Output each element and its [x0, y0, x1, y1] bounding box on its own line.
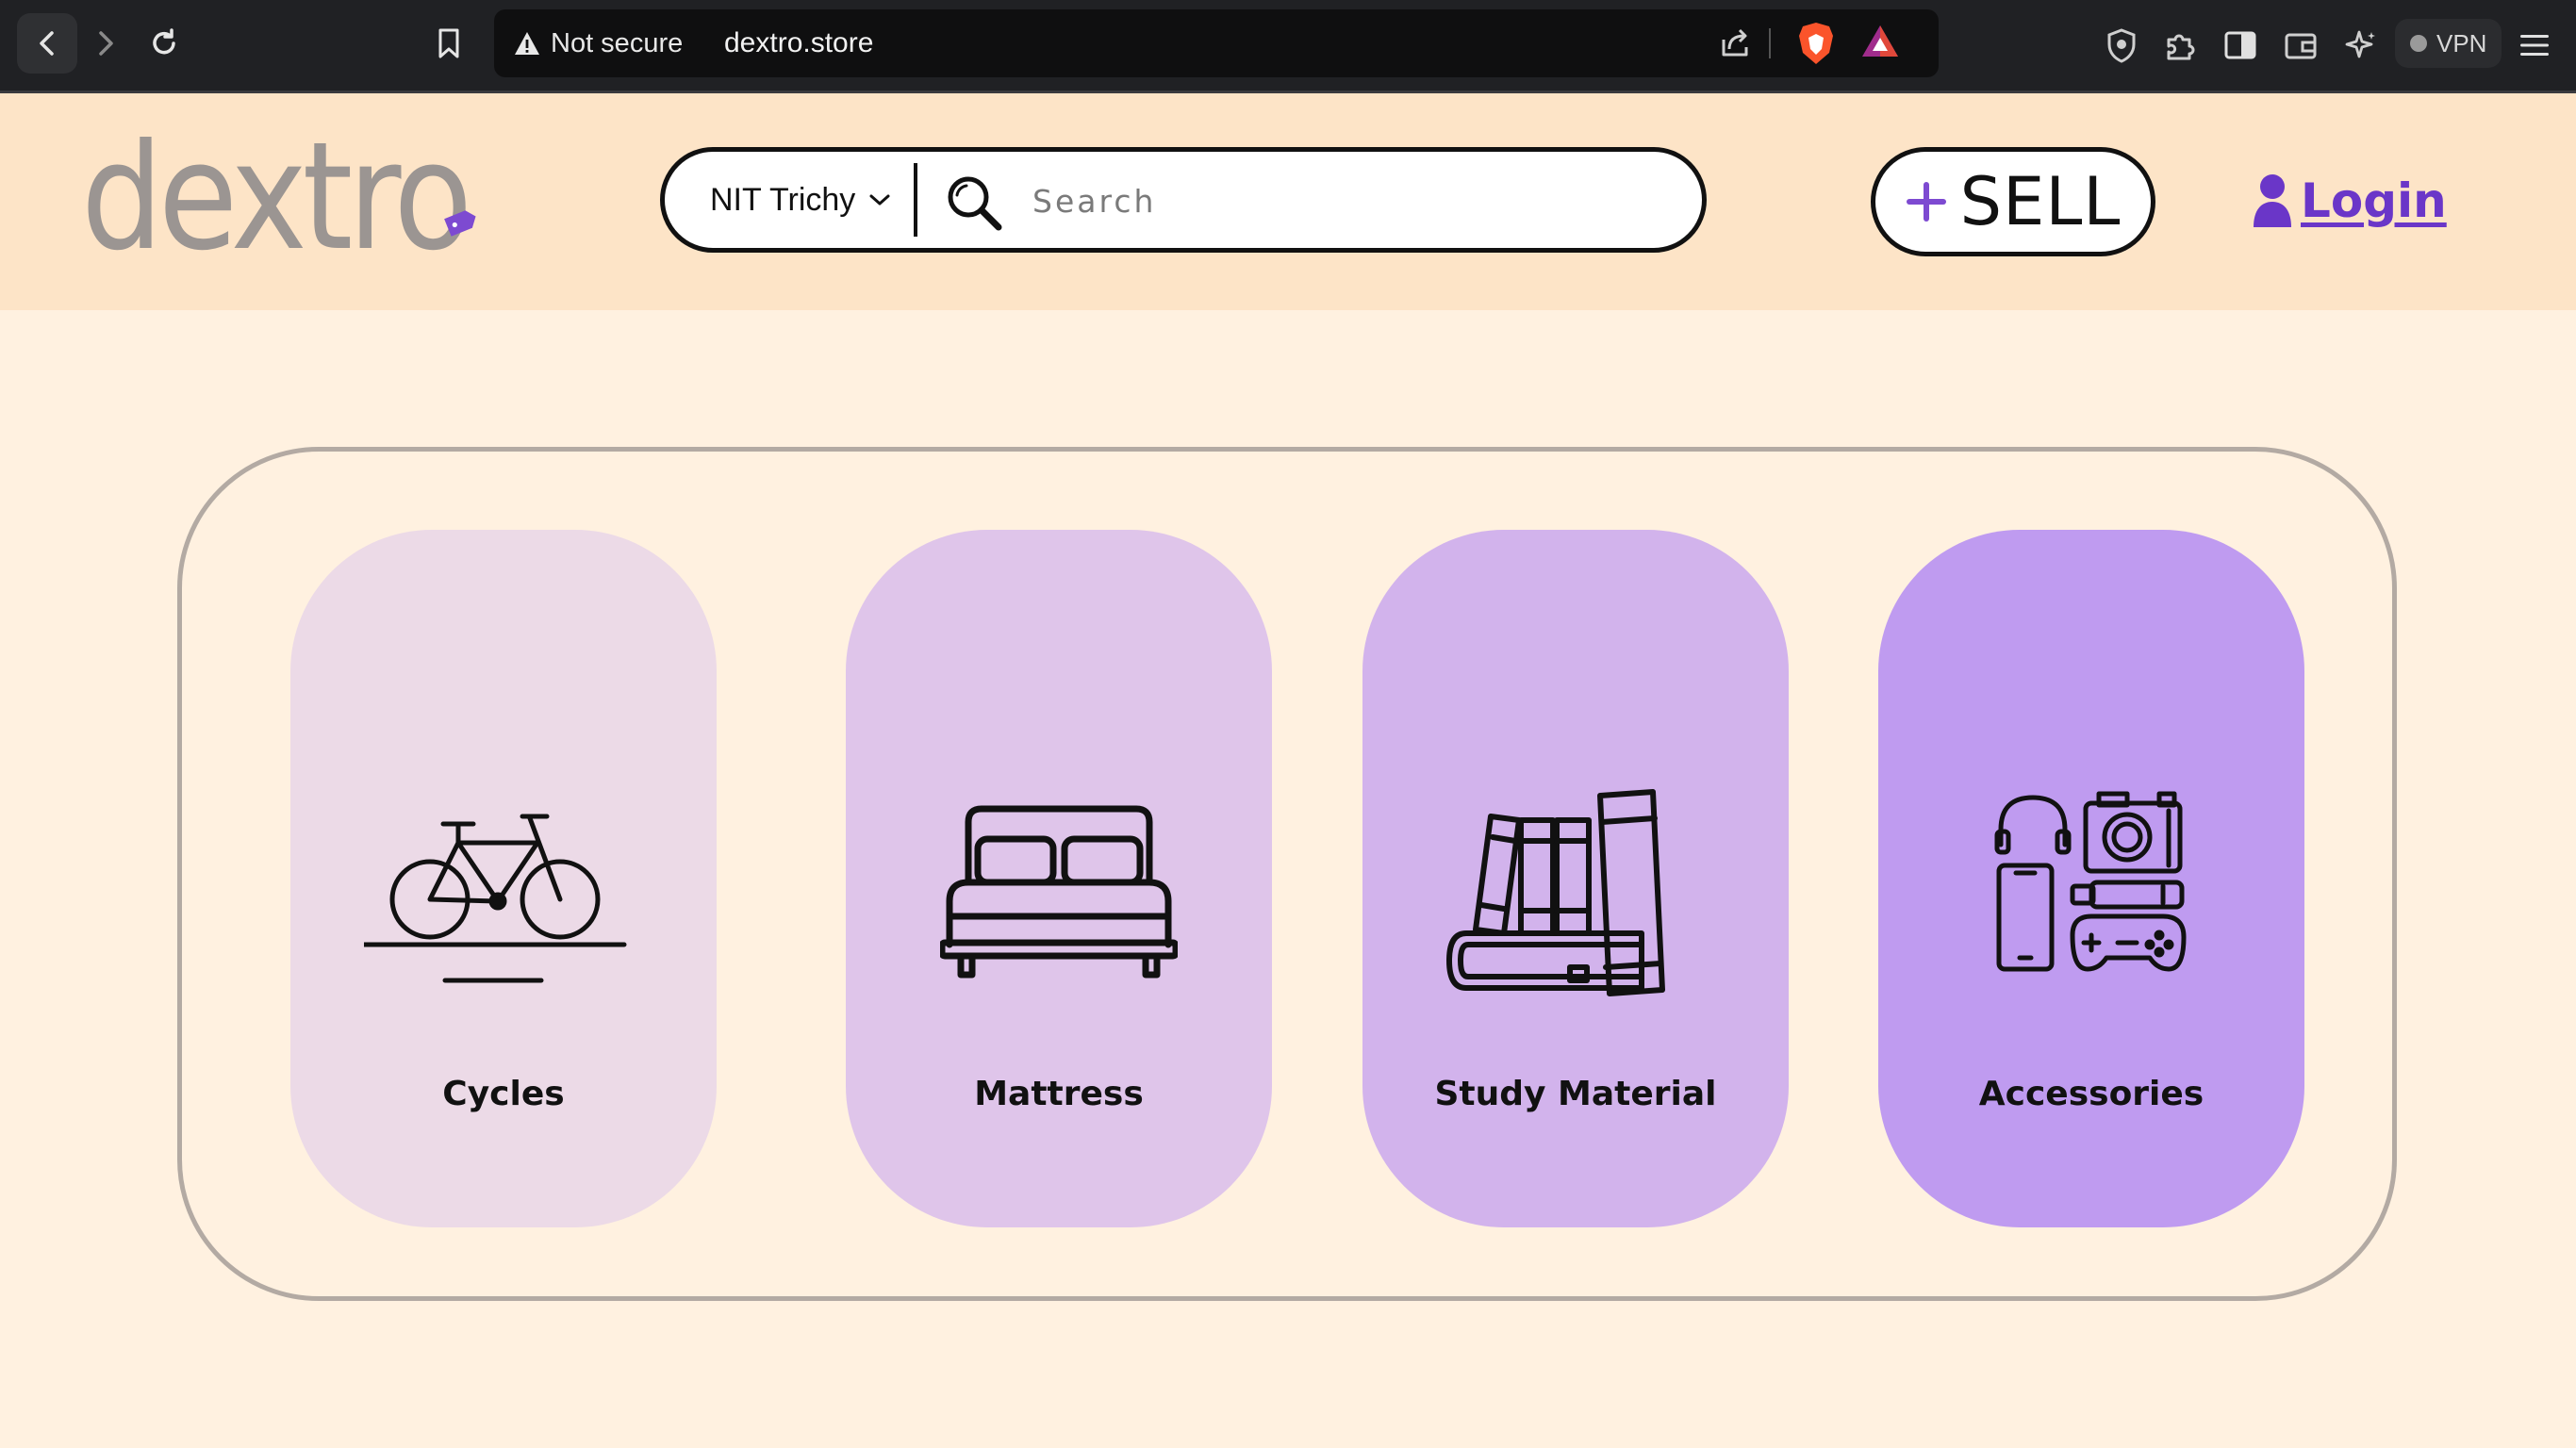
browser-menu-button[interactable]: [2512, 23, 2557, 68]
arrow-left-icon: [40, 31, 54, 56]
site-security-indicator[interactable]: Not secure: [513, 28, 683, 58]
category-card-mattress[interactable]: Mattress: [846, 530, 1272, 1227]
category-card-study-material[interactable]: Study Material: [1362, 530, 1789, 1227]
bookmark-button[interactable]: [419, 13, 479, 74]
category-label: Study Material: [1434, 1075, 1717, 1113]
site-header: dextro NIT Trichy SEL: [0, 93, 2576, 310]
gadgets-icon: [1994, 791, 2187, 972]
category-label: Cycles: [442, 1075, 565, 1113]
vpn-button[interactable]: VPN: [2395, 19, 2502, 68]
bicycle-icon: [364, 814, 627, 983]
books-icon-wrap: [1362, 530, 1789, 1095]
search-input[interactable]: [1031, 174, 1657, 227]
login-label: Login: [2301, 173, 2447, 228]
reload-button[interactable]: [134, 13, 194, 74]
bookmark-icon: [438, 28, 459, 58]
books-icon: [1446, 789, 1665, 996]
wallet-icon: [2285, 33, 2317, 59]
address-bar[interactable]: Not secure dextro.store: [494, 9, 1939, 77]
chevron-down-icon: [869, 194, 890, 206]
brave-lion-icon: [1799, 23, 1833, 64]
brave-rewards-button[interactable]: [1859, 23, 1901, 60]
rewards-triangle-icon: [1862, 25, 1898, 57]
leo-ai-button[interactable]: [2338, 23, 2384, 68]
vpn-status-dot: [2410, 35, 2427, 52]
category-label: Mattress: [974, 1075, 1144, 1113]
vpn-label: VPN: [2436, 28, 2487, 58]
security-label: Not secure: [551, 27, 684, 58]
share-button[interactable]: [1716, 23, 1754, 60]
category-card-accessories[interactable]: Accessories: [1878, 530, 2304, 1227]
reload-icon: [153, 28, 175, 55]
category-label: Accessories: [1978, 1075, 2204, 1113]
sidebar-icon: [2224, 31, 2256, 59]
sparkle-icon: [2345, 30, 2375, 58]
dextro-logo[interactable]: dextro: [81, 137, 496, 259]
search-bar: NIT Trichy: [660, 147, 1707, 253]
bed-icon: [940, 805, 1178, 979]
search-icon[interactable]: [944, 173, 1004, 233]
category-panel: Cycles Mattress Study Material Accessori…: [177, 447, 2397, 1301]
address-bar-divider: [1769, 28, 1771, 58]
browser-toolbar: Not secure dextro.store VPN: [0, 0, 2576, 93]
arrow-right-icon: [99, 31, 113, 56]
login-link[interactable]: Login: [2252, 167, 2447, 235]
sell-button[interactable]: SELL: [1871, 147, 2155, 256]
plus-icon: [1906, 182, 1946, 222]
sell-label: SELL: [1959, 163, 2122, 240]
category-card-cycles[interactable]: Cycles: [290, 530, 717, 1227]
magnifier-glyph: [948, 176, 1002, 231]
user-icon: [2254, 174, 2291, 227]
location-dropdown[interactable]: NIT Trichy: [710, 152, 891, 248]
back-button[interactable]: [17, 13, 77, 74]
brave-shields-button[interactable]: [1795, 21, 1837, 66]
search-divider: [914, 163, 917, 237]
location-value: NIT Trichy: [710, 181, 856, 218]
url-text[interactable]: dextro.store: [724, 27, 873, 59]
dextro-logo-image: dextro: [81, 137, 476, 259]
wallet-button[interactable]: [2278, 23, 2323, 68]
bicycle-icon-wrap: [290, 530, 717, 1095]
hamburger-menu-icon: [2520, 35, 2549, 56]
extensions-button[interactable]: [2157, 23, 2203, 68]
warning-icon: [515, 32, 539, 55]
forward-button[interactable]: [75, 13, 136, 74]
shield-icon: [2107, 28, 2136, 63]
shield-extension-button[interactable]: [2099, 23, 2144, 68]
sidebar-toggle-button[interactable]: [2218, 23, 2263, 68]
svg-text:dextro: dextro: [81, 137, 468, 259]
bed-icon-wrap: [846, 530, 1272, 1095]
gadgets-icon-wrap: [1878, 530, 2304, 1095]
share-icon: [1722, 28, 1748, 57]
puzzle-icon: [2167, 34, 2195, 60]
